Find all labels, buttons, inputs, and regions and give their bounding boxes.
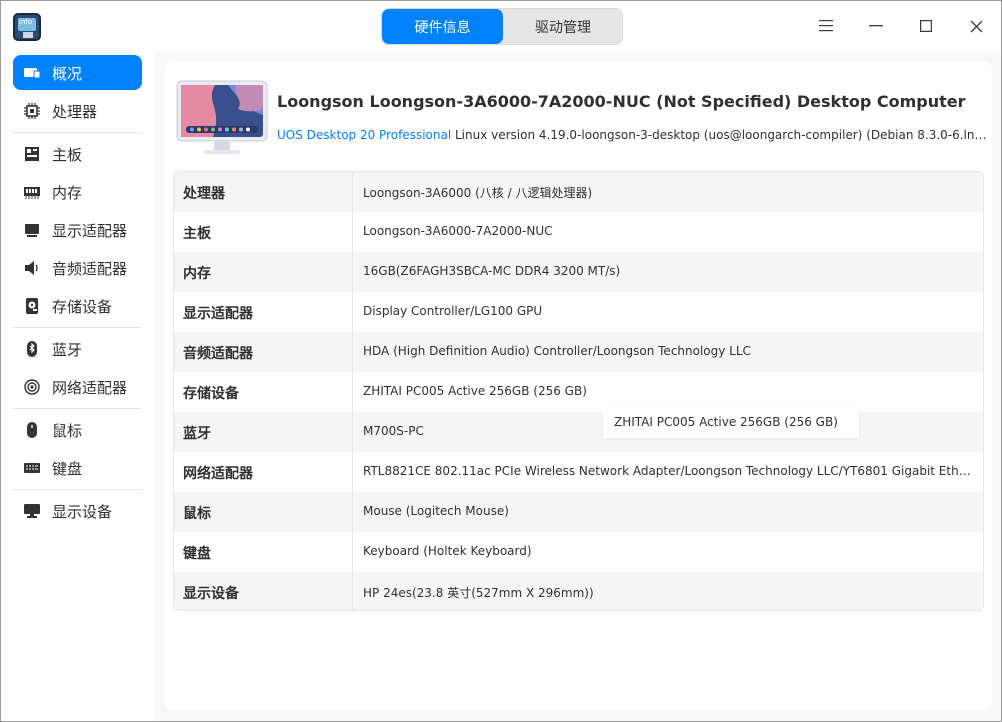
- row-key: 网络适配器: [183, 466, 253, 482]
- sidebar-item-display-adapter[interactable]: 显示适配器: [13, 212, 142, 247]
- sidebar-item-label: 主板: [52, 146, 83, 164]
- sidebar-divider: [13, 132, 142, 133]
- table-row: 处理器 Loongson-3A6000 (八核 / 八逻辑处理器): [174, 172, 983, 212]
- menu-button[interactable]: [811, 11, 841, 41]
- close-icon: [970, 20, 982, 32]
- row-value: ZHITAI PC005 Active 256GB (256 GB): [363, 384, 587, 398]
- sidebar-item-label: 网络适配器: [52, 379, 128, 397]
- network-icon: [24, 379, 40, 395]
- memory-icon: [24, 187, 40, 199]
- computer-monitor-icon: [176, 80, 268, 154]
- tab-driver-management[interactable]: 驱动管理: [503, 9, 622, 44]
- cpu-icon: [24, 103, 40, 119]
- row-value: HDA (High Definition Audio) Controller/L…: [363, 344, 751, 358]
- monitor-icon: [24, 504, 40, 518]
- row-value: Keyboard (Holtek Keyboard): [363, 544, 532, 558]
- row-key: 键盘: [183, 546, 211, 562]
- menu-icon: [819, 20, 833, 32]
- sidebar-item-label: 鼠标: [52, 422, 83, 440]
- table-row: 鼠标 Mouse (Logitech Mouse): [174, 492, 983, 532]
- sidebar-item-keyboard[interactable]: 键盘: [13, 450, 142, 485]
- row-value: 16GB(Z6FAGH3SBCA-MC DDR4 3200 MT/s): [363, 264, 621, 278]
- row-value: HP 24es(23.8 英寸(527mm X 296mm)): [363, 586, 594, 600]
- sidebar-item-label: 处理器: [52, 103, 98, 121]
- maximize-icon: [920, 20, 932, 32]
- tooltip: ZHITAI PC005 Active 256GB (256 GB): [603, 408, 859, 438]
- row-value: Mouse (Logitech Mouse): [363, 504, 509, 518]
- row-key: 存储设备: [183, 386, 239, 402]
- titlebar: info 硬件信息 驱动管理: [1, 1, 1001, 52]
- motherboard-icon: [25, 147, 39, 161]
- overview-panel: Loongson Loongson-3A6000-7A2000-NUC (Not…: [164, 62, 992, 710]
- table-row: 蓝牙 M700S-PC: [174, 412, 983, 452]
- tooltip-text: ZHITAI PC005 Active 256GB (256 GB): [614, 415, 838, 429]
- row-key: 蓝牙: [183, 426, 211, 442]
- sidebar-item-label: 内存: [52, 184, 83, 202]
- sidebar-item-memory[interactable]: 内存: [13, 174, 142, 209]
- sidebar-item-label: 蓝牙: [52, 341, 83, 359]
- table-row: 网络适配器 RTL8821CE 802.11ac PCIe Wireless Ne…: [174, 452, 983, 492]
- row-key: 显示适配器: [183, 306, 253, 322]
- app-icon-chip: [23, 32, 33, 38]
- table-row: 音频适配器 HDA (High Definition Audio) Control…: [174, 332, 983, 372]
- os-version-link[interactable]: UOS Desktop 20 Professional: [277, 128, 451, 142]
- row-value: Loongson-3A6000-7A2000-NUC: [363, 224, 553, 238]
- sidebar: 概况 处理器 主板 内存 显示适配器 音频适配器 存储设备 蓝牙 网络适配器 鼠…: [1, 52, 154, 721]
- table-row: 键盘 Keyboard (Holtek Keyboard): [174, 532, 983, 572]
- row-key: 音频适配器: [183, 346, 253, 362]
- sidebar-item-motherboard[interactable]: 主板: [13, 136, 142, 171]
- row-key: 内存: [183, 266, 211, 282]
- row-value: RTL8821CE 802.11ac PCIe Wireless Network…: [363, 464, 975, 478]
- table-row: 存储设备 ZHITAI PC005 Active 256GB (256 GB): [174, 372, 983, 412]
- row-value: Loongson-3A6000 (八核 / 八逻辑处理器): [363, 186, 593, 200]
- close-button[interactable]: [961, 11, 991, 41]
- bluetooth-icon: [27, 341, 37, 357]
- sidebar-item-label: 键盘: [52, 460, 83, 478]
- app-icon: info: [13, 13, 41, 41]
- sidebar-item-display-device[interactable]: 显示设备: [13, 493, 142, 528]
- row-key: 鼠标: [183, 506, 211, 522]
- kernel-version-text: Linux version 4.19.0-loongson-3-desktop …: [451, 128, 987, 142]
- sidebar-item-label: 音频适配器: [52, 260, 128, 278]
- minimize-icon: [869, 25, 883, 27]
- row-key: 主板: [183, 226, 211, 242]
- table-row: 显示设备 HP 24es(23.8 英寸(527mm X 296mm)): [174, 572, 983, 610]
- sidebar-divider: [13, 408, 142, 409]
- column-divider: [352, 172, 353, 610]
- sidebar-item-bluetooth[interactable]: 蓝牙: [13, 331, 142, 366]
- sidebar-item-mouse[interactable]: 鼠标: [13, 412, 142, 447]
- row-key: 显示设备: [183, 586, 239, 602]
- storage-icon: [26, 298, 38, 314]
- tab-hardware-info[interactable]: 硬件信息: [382, 9, 503, 44]
- sidebar-divider: [13, 327, 142, 328]
- audio-icon: [25, 261, 38, 275]
- sidebar-item-storage[interactable]: 存储设备: [13, 288, 142, 323]
- display-adapter-icon: [25, 224, 39, 237]
- keyboard-icon: [24, 463, 40, 473]
- device-manager-window: info 硬件信息 驱动管理 概况 处理器 主板 内存 显示适配器 音频适配器 …: [0, 0, 1002, 722]
- sidebar-item-label: 概况: [52, 65, 83, 83]
- os-info-line: UOS Desktop 20 Professional Linux versio…: [277, 128, 987, 142]
- row-key: 处理器: [183, 186, 225, 202]
- sidebar-item-audio-adapter[interactable]: 音频适配器: [13, 250, 142, 285]
- minimize-button[interactable]: [861, 11, 891, 41]
- maximize-button[interactable]: [911, 11, 941, 41]
- hardware-summary-table: 处理器 Loongson-3A6000 (八核 / 八逻辑处理器) 主板 Loong…: [173, 171, 984, 611]
- table-row: 显示适配器 Display Controller/LG100 GPU: [174, 292, 983, 332]
- sidebar-item-label: 显示适配器: [52, 222, 128, 240]
- table-row: 主板 Loongson-3A6000-7A2000-NUC: [174, 212, 983, 252]
- sidebar-item-network[interactable]: 网络适配器: [13, 369, 142, 404]
- sidebar-item-cpu[interactable]: 处理器: [13, 93, 142, 128]
- row-value: Display Controller/LG100 GPU: [363, 304, 543, 318]
- app-icon-text: info: [19, 18, 33, 26]
- sidebar-divider: [13, 489, 142, 490]
- sidebar-item-label: 存储设备: [52, 298, 113, 316]
- mouse-icon: [27, 422, 37, 438]
- overview-icon: [24, 68, 40, 79]
- computer-model-title: Loongson Loongson-3A6000-7A2000-NUC (Not…: [277, 92, 966, 111]
- view-switcher: 硬件信息 驱动管理: [381, 8, 623, 45]
- sidebar-item-overview[interactable]: 概况: [13, 55, 142, 90]
- table-row: 内存 16GB(Z6FAGH3SBCA-MC DDR4 3200 MT/s): [174, 252, 983, 292]
- sidebar-item-label: 显示设备: [52, 503, 113, 521]
